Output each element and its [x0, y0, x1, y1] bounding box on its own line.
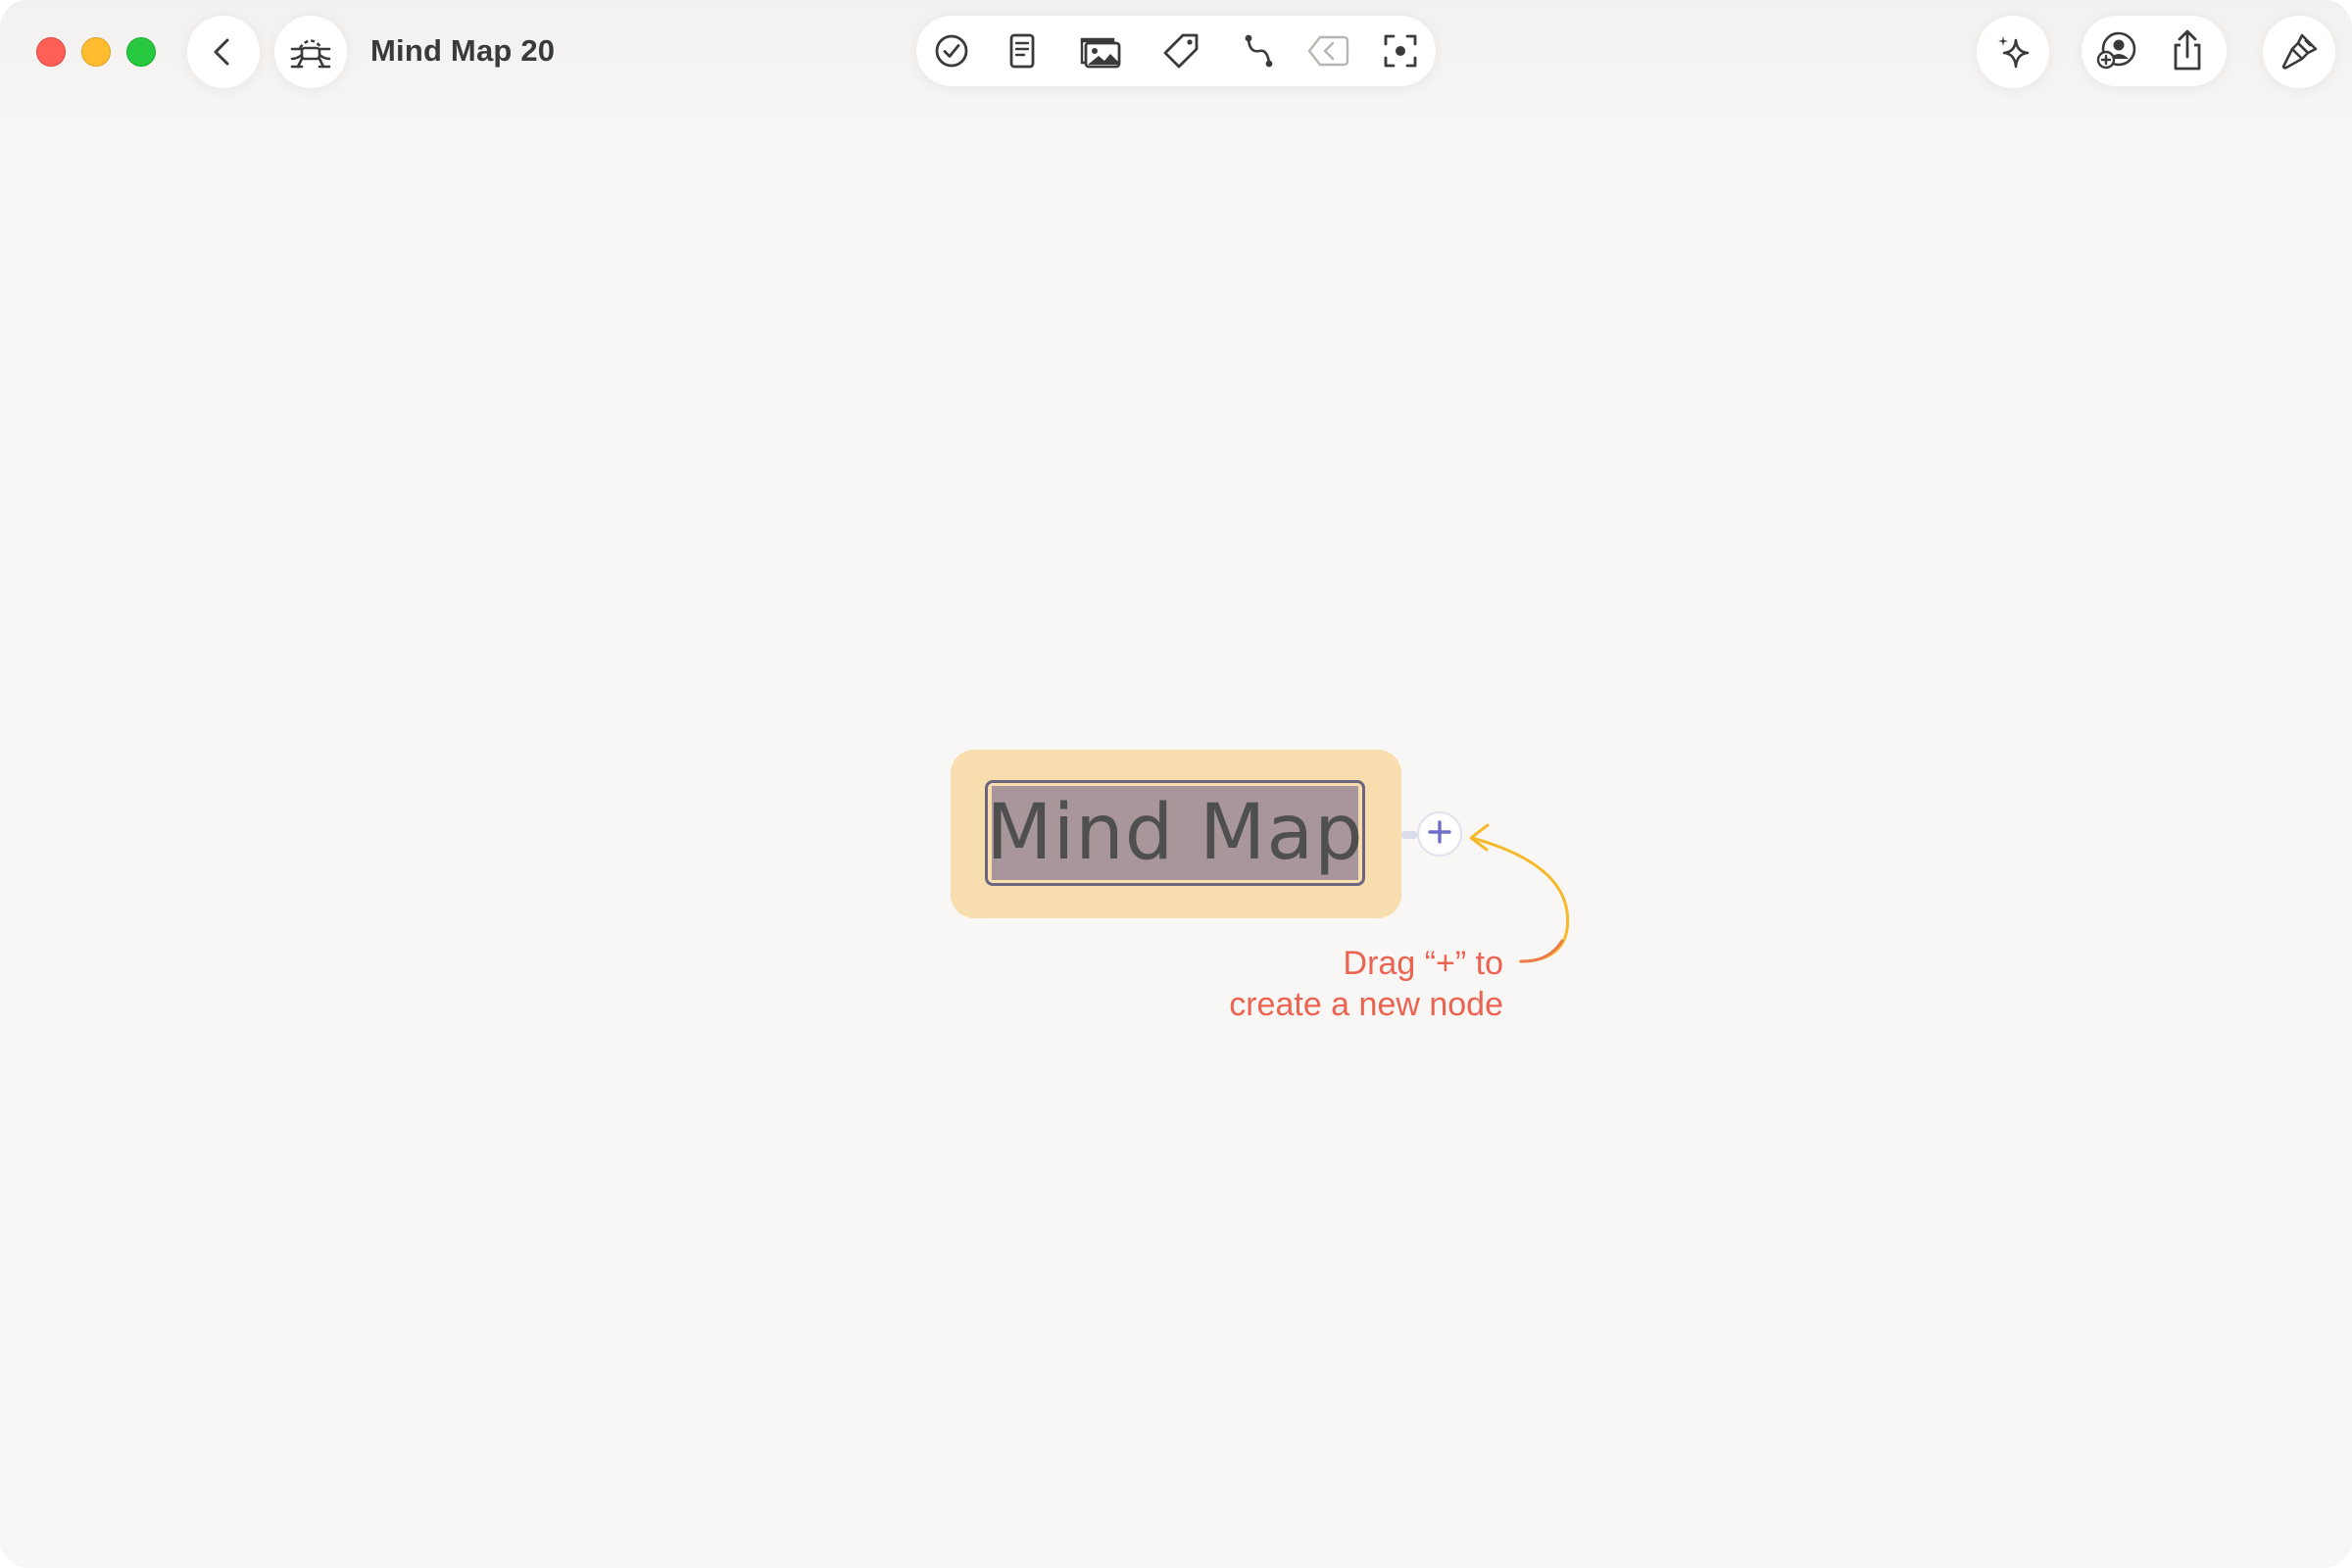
image-icon[interactable] — [1078, 31, 1123, 71]
document-title[interactable]: Mind Map 20 — [370, 29, 555, 73]
back-to-parent-icon[interactable] — [1306, 31, 1351, 71]
insert-toolbar — [916, 16, 1436, 86]
share-icon[interactable] — [2166, 27, 2209, 74]
mind-map-style-icon — [288, 29, 333, 74]
map-style-button[interactable] — [274, 16, 347, 88]
note-icon[interactable] — [1003, 31, 1042, 71]
format-button[interactable] — [2263, 16, 2335, 88]
add-node-hint: Drag “+” to create a new node — [1156, 943, 1503, 1025]
sparkle-icon — [1993, 32, 2033, 72]
share-group — [2082, 16, 2227, 86]
close-window-button[interactable] — [36, 37, 66, 67]
back-button[interactable] — [187, 16, 260, 88]
node-connector — [1401, 831, 1417, 839]
app-window: Mind Map 20 Mind Map Drag “+” to create … — [0, 0, 2352, 1568]
add-collaborator-icon[interactable] — [2095, 29, 2138, 73]
task-icon[interactable] — [932, 31, 971, 71]
ai-button[interactable] — [1977, 16, 2049, 88]
zoom-window-button[interactable] — [126, 37, 156, 67]
focus-icon[interactable] — [1381, 31, 1420, 71]
chevron-left-icon — [204, 32, 243, 72]
root-node-title[interactable]: Mind Map — [985, 780, 1365, 886]
paintbrush-icon — [2278, 31, 2320, 73]
minimize-window-button[interactable] — [81, 37, 111, 67]
tag-icon[interactable] — [1161, 31, 1200, 71]
hint-line-2: create a new node — [1229, 986, 1503, 1023]
add-node-handle[interactable] — [1417, 811, 1462, 857]
relationship-icon[interactable] — [1240, 31, 1279, 71]
plus-icon — [1425, 817, 1454, 852]
hint-line-1: Drag “+” to — [1343, 945, 1503, 982]
